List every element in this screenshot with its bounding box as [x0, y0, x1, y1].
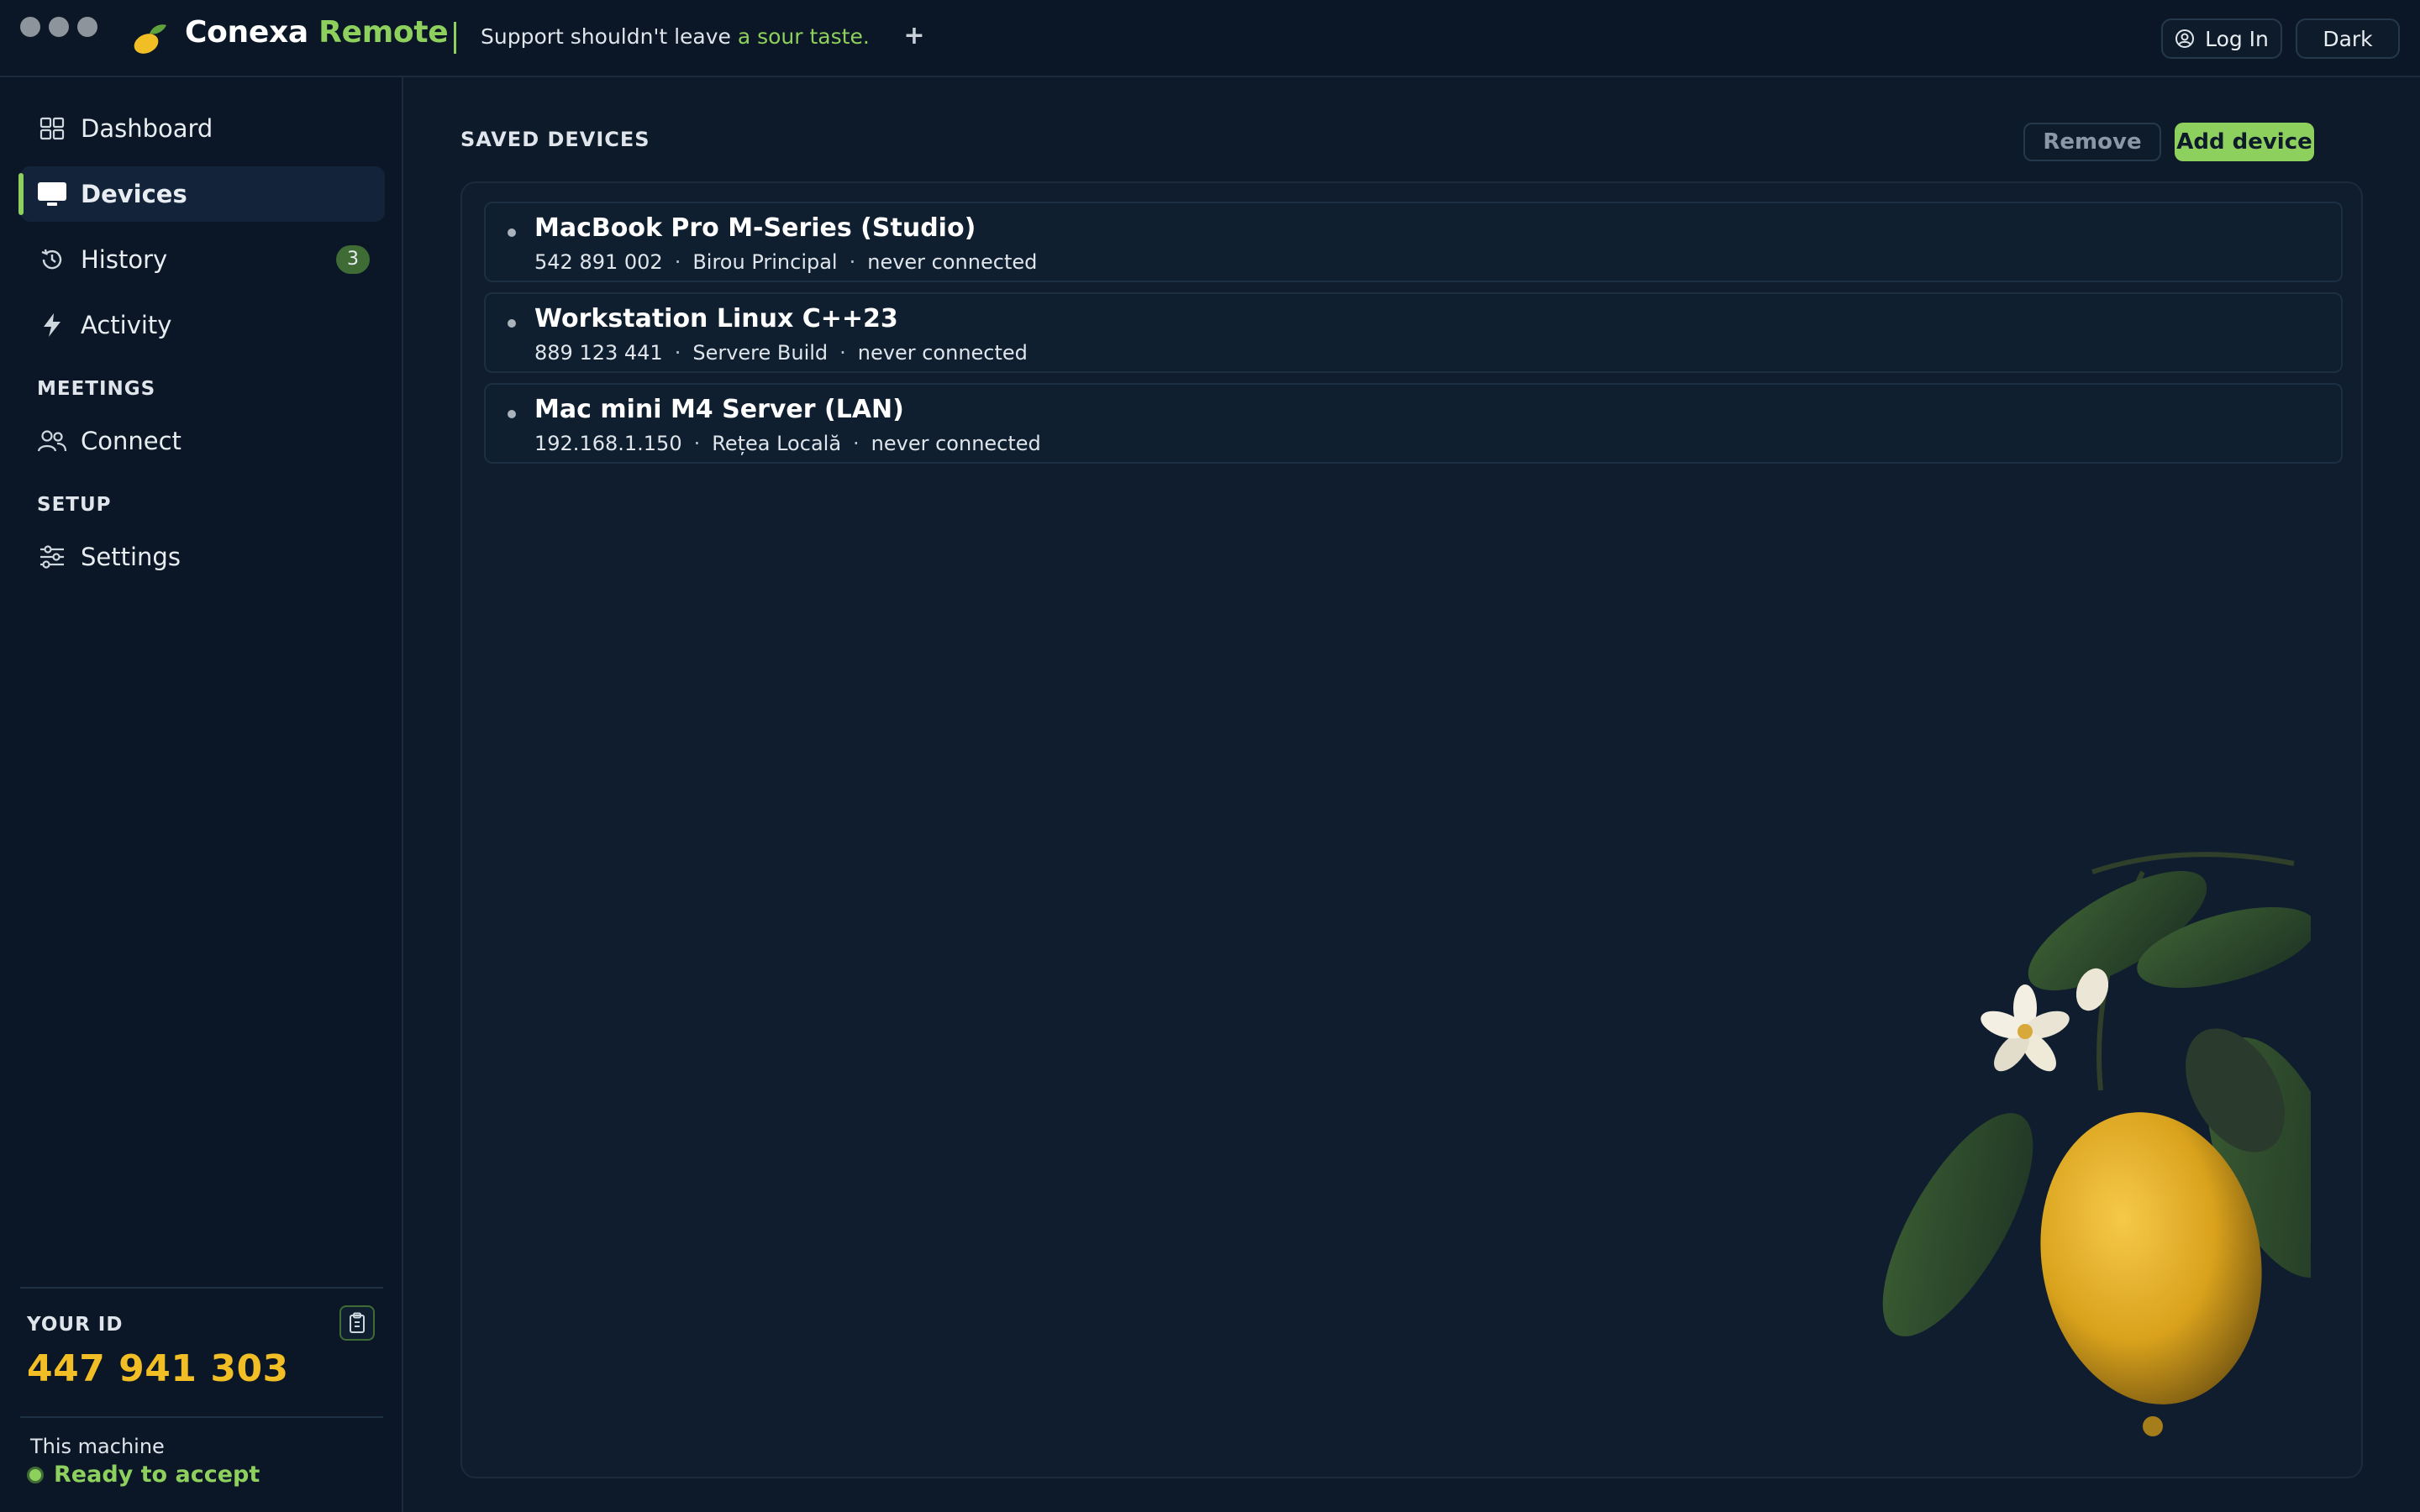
sidebar-divider	[20, 1416, 383, 1418]
device-meta: 542 891 002 · Birou Principal · never co…	[534, 250, 1037, 274]
machine-label: This machine	[30, 1435, 165, 1458]
copy-id-button[interactable]	[339, 1305, 375, 1341]
device-group: Rețea Locală	[712, 432, 842, 455]
sidebar-item-history[interactable]: History 3	[20, 232, 385, 287]
sidebar: Dashboard Devices History 3 Activity MEE…	[0, 77, 403, 1512]
remove-device-button[interactable]: Remove	[2023, 123, 2161, 161]
device-row[interactable]: MacBook Pro M-Series (Studio) 542 891 00…	[484, 202, 2343, 282]
title-bar: Conexa Remote Support shouldn't leave a …	[0, 0, 2420, 77]
history-count-badge: 3	[336, 245, 370, 274]
device-name: Mac mini M4 Server (LAN)	[534, 395, 904, 424]
app-window: Conexa Remote Support shouldn't leave a …	[0, 0, 2420, 1512]
device-group: Servere Build	[692, 341, 829, 365]
device-id: 192.168.1.150	[534, 432, 682, 455]
setup-section-label: SETUP	[37, 494, 112, 516]
meta-separator: ·	[674, 250, 681, 274]
people-icon	[37, 426, 67, 456]
bullet-icon	[508, 228, 516, 237]
bolt-icon	[37, 310, 67, 340]
your-id-label: YOUR ID	[27, 1314, 124, 1336]
device-status: never connected	[857, 341, 1028, 365]
sidebar-item-settings[interactable]: Settings	[20, 529, 385, 585]
sidebar-item-devices[interactable]: Devices	[18, 166, 385, 222]
device-name: Workstation Linux C++23	[534, 304, 898, 333]
tagline: Support shouldn't leave a sour taste.	[481, 24, 870, 49]
device-status: never connected	[871, 432, 1041, 455]
grid-icon	[37, 113, 67, 144]
sidebar-item-connect[interactable]: Connect	[20, 413, 385, 469]
sidebar-item-label: Settings	[81, 543, 181, 571]
close-window-button[interactable]	[20, 17, 40, 37]
app-brand: Conexa Remote	[185, 15, 449, 50]
meta-separator: ·	[839, 341, 846, 365]
device-meta: 192.168.1.150 · Rețea Locală · never con…	[534, 432, 1041, 455]
meta-separator: ·	[853, 432, 860, 455]
meta-separator: ·	[693, 432, 701, 455]
page-title: SAVED DEVICES	[460, 128, 650, 151]
meta-separator: ·	[674, 341, 681, 365]
status-dot-icon	[27, 1466, 44, 1483]
device-name: MacBook Pro M-Series (Studio)	[534, 213, 976, 243]
window-controls	[20, 17, 97, 37]
bullet-icon	[508, 319, 516, 328]
device-group: Birou Principal	[692, 250, 838, 274]
device-row[interactable]: Mac mini M4 Server (LAN) 192.168.1.150 ·…	[484, 383, 2343, 464]
monitor-icon	[37, 179, 67, 209]
theme-label: Dark	[2323, 26, 2373, 51]
login-label: Log In	[2205, 26, 2269, 51]
sidebar-item-label: History	[81, 245, 168, 274]
bullet-icon	[508, 410, 516, 418]
device-id: 542 891 002	[534, 250, 663, 274]
sidebar-item-label: Connect	[81, 427, 182, 455]
lemon-branch-illustration	[1882, 852, 2311, 1436]
your-id-value: 447 941 303	[27, 1347, 289, 1390]
meetings-section-label: MEETINGS	[37, 378, 156, 400]
sidebar-item-label: Devices	[81, 180, 187, 208]
sidebar-item-label: Activity	[81, 311, 172, 339]
sidebar-item-dashboard[interactable]: Dashboard	[20, 101, 385, 156]
minimize-window-button[interactable]	[49, 17, 69, 37]
device-id: 889 123 441	[534, 341, 663, 365]
login-button[interactable]: Log In	[2161, 18, 2282, 59]
device-row[interactable]: Workstation Linux C++23 889 123 441 · Se…	[484, 292, 2343, 373]
sliders-icon	[37, 542, 67, 572]
device-meta: 889 123 441 · Servere Build · never conn…	[534, 341, 1028, 365]
user-circle-icon	[2175, 29, 2195, 48]
sidebar-divider	[20, 1287, 383, 1289]
title-divider	[454, 22, 456, 54]
sidebar-item-activity[interactable]: Activity	[20, 297, 385, 353]
device-status: never connected	[867, 250, 1038, 274]
history-icon	[37, 244, 67, 275]
machine-status: Ready to accept	[27, 1462, 260, 1488]
sidebar-item-label: Dashboard	[81, 114, 213, 143]
add-device-button[interactable]: Add device	[2175, 123, 2314, 161]
lemon-logo-icon	[134, 24, 166, 54]
saved-devices-panel: MacBook Pro M-Series (Studio) 542 891 00…	[460, 181, 2363, 1478]
clipboard-icon	[350, 1312, 365, 1333]
new-tab-button[interactable]: +	[899, 18, 929, 54]
meta-separator: ·	[849, 250, 856, 274]
status-text: Ready to accept	[54, 1462, 260, 1488]
maximize-window-button[interactable]	[77, 17, 97, 37]
theme-toggle-button[interactable]: Dark	[2296, 18, 2400, 59]
